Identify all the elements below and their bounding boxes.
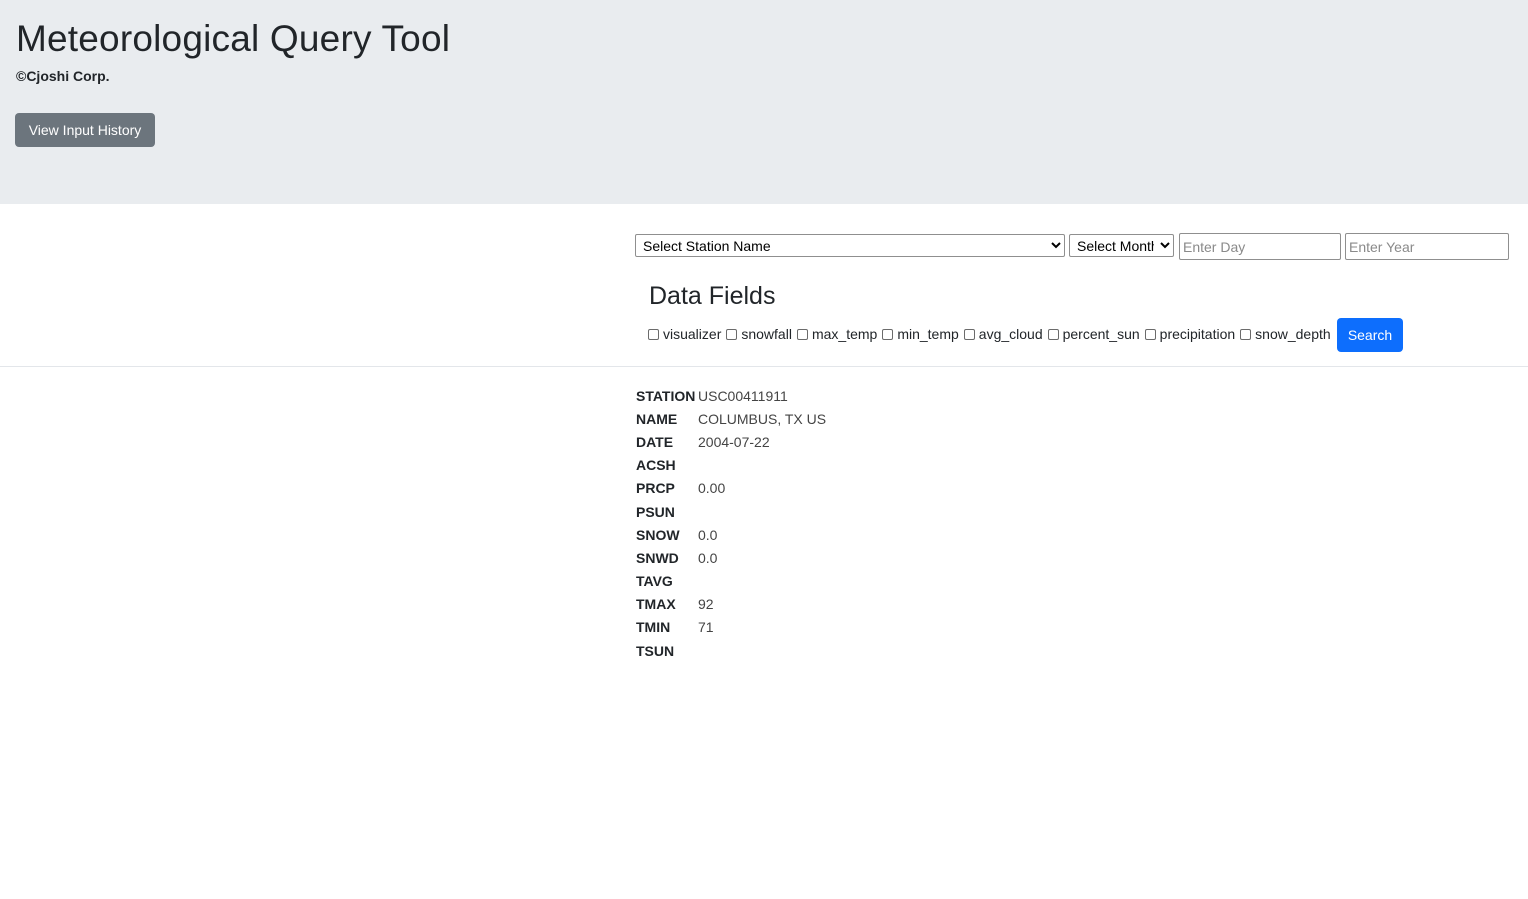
result-row: DATE 2004-07-22 xyxy=(636,430,826,453)
checkbox-box[interactable] xyxy=(726,328,738,340)
result-key: STATION xyxy=(636,387,696,404)
checkbox-box[interactable] xyxy=(796,328,808,340)
checkbox-percent-sun[interactable]: percent_sun xyxy=(1047,326,1145,342)
result-row: SNWD 0.0 xyxy=(636,546,826,569)
checkbox-snow-depth[interactable]: snow_depth xyxy=(1240,326,1336,342)
checkbox-max-temp[interactable]: max_temp xyxy=(796,326,882,342)
copyright-text: ©Cjoshi Corp. xyxy=(16,68,110,84)
checkbox-box[interactable] xyxy=(1240,328,1252,340)
checkbox-box[interactable] xyxy=(1047,328,1059,340)
page-header: Meteorological Query Tool ©Cjoshi Corp. … xyxy=(0,0,1528,204)
day-input[interactable] xyxy=(1179,233,1341,260)
result-key: SNOW xyxy=(636,526,680,543)
result-value: USC00411911 xyxy=(698,387,788,404)
view-input-history-button[interactable]: View Input History xyxy=(15,113,155,147)
result-value xyxy=(698,639,826,662)
checkbox-label: percent_sun xyxy=(1062,326,1140,342)
checkbox-label: min_temp xyxy=(897,326,959,342)
result-row: STATION USC00411911 xyxy=(636,384,826,407)
result-value: 92 xyxy=(698,596,714,613)
checkbox-box[interactable] xyxy=(963,328,975,340)
search-button[interactable]: Search xyxy=(1337,318,1403,352)
result-row: PRCP 0.00 xyxy=(636,477,826,500)
checkbox-avg-cloud[interactable]: avg_cloud xyxy=(963,326,1048,342)
result-table: STATION USC00411911 NAME COLUMBUS, TX US D… xyxy=(636,384,826,662)
result-row: TAVG xyxy=(636,570,826,593)
result-key: SNWD xyxy=(636,549,679,566)
result-value: 2004-07-22 xyxy=(698,433,770,450)
result-key: TSUN xyxy=(636,642,675,659)
checkbox-label: snowfall xyxy=(741,326,792,342)
result-row: TMIN 71 xyxy=(636,616,826,639)
page-title: Meteorological Query Tool xyxy=(16,18,451,59)
section-divider xyxy=(0,366,1528,367)
result-key: TMIN xyxy=(636,619,671,636)
station-name-select[interactable]: Select Station Name xyxy=(635,234,1065,257)
data-fields-heading: Data Fields xyxy=(649,282,776,310)
result-value xyxy=(698,500,826,523)
result-key: PRCP xyxy=(636,480,675,497)
result-row: TMAX 92 xyxy=(636,593,826,616)
checkbox-box[interactable] xyxy=(882,328,894,340)
result-value: 71 xyxy=(698,619,714,636)
checkbox-label: visualizer xyxy=(663,326,722,342)
data-fields-checkbox-group: visualizer snowfall max_temp min_temp av… xyxy=(648,325,1336,343)
checkbox-visualizer[interactable]: visualizer xyxy=(648,326,726,342)
result-key: TMAX xyxy=(636,596,676,613)
checkbox-snowfall[interactable]: snowfall xyxy=(726,326,797,342)
checkbox-min-temp[interactable]: min_temp xyxy=(882,326,963,342)
result-value: 0.0 xyxy=(698,526,718,543)
result-row: ACSH xyxy=(636,454,826,477)
result-key: TAVG xyxy=(636,573,673,590)
checkbox-label: snow_depth xyxy=(1255,326,1331,342)
checkbox-label: precipitation xyxy=(1159,326,1236,342)
checkbox-box[interactable] xyxy=(1144,328,1156,340)
result-row: SNOW 0.0 xyxy=(636,523,826,546)
result-value xyxy=(698,570,826,593)
month-select[interactable]: Select Month xyxy=(1069,234,1174,257)
result-key: NAME xyxy=(636,410,678,427)
result-value xyxy=(698,454,826,477)
result-key: ACSH xyxy=(636,457,676,474)
checkbox-label: max_temp xyxy=(811,326,878,342)
result-row: PSUN xyxy=(636,500,826,523)
checkbox-label: avg_cloud xyxy=(978,326,1043,342)
result-row: NAME COLUMBUS, TX US xyxy=(636,407,826,430)
year-input[interactable] xyxy=(1345,233,1509,260)
result-value: 0.0 xyxy=(698,549,718,566)
result-key: DATE xyxy=(636,433,674,450)
result-row: TSUN xyxy=(636,639,826,662)
result-value: COLUMBUS, TX US xyxy=(698,410,827,427)
checkbox-precipitation[interactable]: precipitation xyxy=(1144,326,1241,342)
result-value: 0.00 xyxy=(698,480,726,497)
result-key: PSUN xyxy=(636,503,675,520)
checkbox-box[interactable] xyxy=(648,328,659,340)
